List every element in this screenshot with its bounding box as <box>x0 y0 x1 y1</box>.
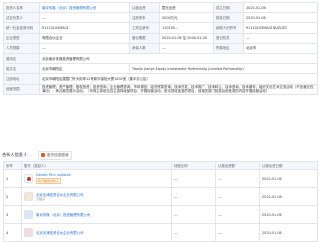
info-label: 工商注册号 <box>129 22 160 34</box>
info-label: 核准日期 <box>213 12 244 24</box>
info-value: 91110105MA01NUZUZ2 <box>243 22 318 34</box>
partner-name-link[interactable]: Danish Film Institute <box>36 173 71 177</box>
partner-subtitle: 大股东 <box>36 197 46 201</box>
info-value: 110105... <box>159 22 214 34</box>
info-value: 北京市朝阳区 <box>39 63 130 75</box>
info-value: 2020-01-06 <box>243 12 318 24</box>
info-label: 统一社会信用代码 <box>3 22 40 34</box>
info-value: 5000万元 <box>159 12 214 24</box>
chart-icon <box>41 153 45 157</box>
info-row: 经营范围 投资管理；资产管理；股权投资；投资咨询；企业管理咨询；市场调查；经济贸… <box>3 83 318 95</box>
partner-cell: Danish Film Institute 执行事务合伙人 <box>21 169 172 188</box>
row-index: 1 <box>3 169 22 188</box>
info-value: 91110105MA01 <box>39 22 130 34</box>
role-tag: 执行事务合伙人 <box>36 178 62 184</box>
toolbar <box>298 152 318 167</box>
partner-section-header: 合伙人信息 4 股东信息图谱 <box>2 151 318 167</box>
table-row: 1 Danish Film Institute 执行事务合伙人 — — 2020-… <box>3 169 318 188</box>
column-header: 持股比例 <box>171 161 216 170</box>
investor-link[interactable]: 南京传媒（北京）投资管理有限公司 <box>39 1 130 14</box>
ratio-value: — <box>171 169 216 188</box>
date-value: 2020-01-06 <box>259 169 318 188</box>
info-row: 人员规模 — 参保人数 — 所属地区 北京市 <box>3 42 318 54</box>
info-value: 北京南京传媒投资管理有限公司 <box>39 52 318 65</box>
row-index: 4 <box>3 223 22 242</box>
tab-label: 股东信息图谱 <box>47 153 69 157</box>
info-label: 人员规模 <box>3 42 40 54</box>
partner-cell: 南京传媒（北京）投资管理有限公司 <box>21 205 172 224</box>
info-value: 暂无出资 <box>159 1 214 14</box>
info-value: — <box>39 42 130 54</box>
partner-name-link[interactable]: 南京传媒（北京）投资管理有限公司 <box>36 212 90 217</box>
info-value: — <box>159 42 214 54</box>
ratio-value: — <box>171 205 216 224</box>
company-logo-icon <box>24 192 33 201</box>
info-label: 英文名 <box>3 63 40 75</box>
basic-info-table: 投资人名称 南京传媒（北京）投资管理有限公司 认缴出资 暂无出资 成立日期 20… <box>3 1 318 95</box>
info-label: 法定代表人 <box>3 12 40 24</box>
info-label: 注册资本 <box>129 12 160 24</box>
column-header: 股东（发起人） <box>21 161 172 170</box>
partner-name-link[interactable]: 北京天津投资合伙企业有限公司 <box>36 230 83 235</box>
amount-value: — <box>215 169 260 188</box>
amount-value: — <box>215 223 260 242</box>
table-row: 4 北京天津投资合伙企业有限公司 — — 2020-01-06 <box>3 223 318 242</box>
amount-value: — <box>215 205 260 224</box>
info-row: 法定代表人 — 注册资本 5000万元 核准日期 2020-01-06 <box>3 12 318 24</box>
column-header: 认缴出资日期 <box>259 161 318 170</box>
info-value: — <box>243 32 318 44</box>
info-label: 曾用名 <box>3 52 40 65</box>
company-logo-icon <box>24 210 33 219</box>
address-value: 北京市朝阳区建国门外大街甲12号新华保险大厦1002室（集中办公区） <box>39 73 318 85</box>
english-name: Tianjin Jianye Equity Investment Partner… <box>129 63 318 75</box>
column-header: 序号 <box>3 161 22 170</box>
date-value: 2020-01-06 <box>259 205 318 224</box>
date-value: 2020-01-06 <box>259 223 318 242</box>
info-row: 统一社会信用代码 91110105MA01 工商注册号 110105... 纳税… <box>3 22 318 34</box>
row-index: 2 <box>3 187 22 206</box>
partner-cell: 北京天津投资合伙企业有限公司 大股东 <box>21 187 172 206</box>
info-row: 企业类型 有限合伙企业 营业期限 2020-01-06 至 2040-01-05… <box>3 32 318 44</box>
info-label: 纳税人识别号 <box>213 22 244 34</box>
partners-table: 序号 股东（发起人） 持股比例 认缴出资额 认缴出资日期 1 Danish Fi… <box>3 161 318 242</box>
company-logo-icon <box>24 174 33 183</box>
info-row: 英文名 北京市朝阳区 Tianjin Jianye Equity Investm… <box>3 63 318 75</box>
info-label: 登记机关 <box>213 32 244 44</box>
section-count: 4 <box>24 152 27 157</box>
section-title: 合伙人信息 <box>2 152 23 157</box>
ratio-value: — <box>171 187 216 206</box>
info-value: 北京市 <box>243 42 318 54</box>
date-value: 2020-01-06 <box>259 187 318 206</box>
business-scope: 投资管理；资产管理；股权投资；投资咨询；企业管理咨询；市场调查；经济贸易咨询；技… <box>39 83 318 95</box>
amount-value: — <box>215 187 260 206</box>
table-row: 2 北京天津投资合伙企业有限公司 大股东 — — 2020-01-06 <box>3 187 318 206</box>
info-label: 成立日期 <box>213 1 244 14</box>
info-label: 投资人名称 <box>3 1 40 14</box>
info-value: 有限合伙企业 <box>39 32 130 44</box>
info-value: — <box>39 12 130 24</box>
column-header: 认缴出资额 <box>215 161 260 170</box>
info-label: 认缴出资 <box>129 1 160 14</box>
company-info-page: 投资人名称 南京传媒（北京）投资管理有限公司 认缴出资 暂无出资 成立日期 20… <box>0 0 320 242</box>
info-value: 2020-01-06 <box>243 1 318 14</box>
equity-chart-tab[interactable]: 股东信息图谱 <box>38 151 72 160</box>
info-value: 2020-01-06 至 2040-01-05 <box>159 32 214 44</box>
row-index: 3 <box>3 205 22 224</box>
info-label: 注册地址 <box>3 73 40 85</box>
ratio-value: — <box>171 223 216 242</box>
info-row: 注册地址 北京市朝阳区建国门外大街甲12号新华保险大厦1002室（集中办公区） <box>3 73 318 85</box>
table-row: 3 南京传媒（北京）投资管理有限公司 — — 2020-01-06 <box>3 205 318 224</box>
info-row: 投资人名称 南京传媒（北京）投资管理有限公司 认缴出资 暂无出资 成立日期 20… <box>3 1 318 14</box>
info-label: 企业类型 <box>3 32 40 44</box>
info-row: 曾用名 北京南京传媒投资管理有限公司 <box>3 52 318 65</box>
info-label: 经营范围 <box>3 83 40 95</box>
info-label: 所属地区 <box>213 42 244 54</box>
info-label: 参保人数 <box>129 42 160 54</box>
partner-cell: 北京天津投资合伙企业有限公司 <box>21 223 172 242</box>
company-logo-icon <box>24 228 33 237</box>
table-header-row: 序号 股东（发起人） 持股比例 认缴出资额 认缴出资日期 <box>3 161 318 170</box>
info-label: 营业期限 <box>129 32 160 44</box>
